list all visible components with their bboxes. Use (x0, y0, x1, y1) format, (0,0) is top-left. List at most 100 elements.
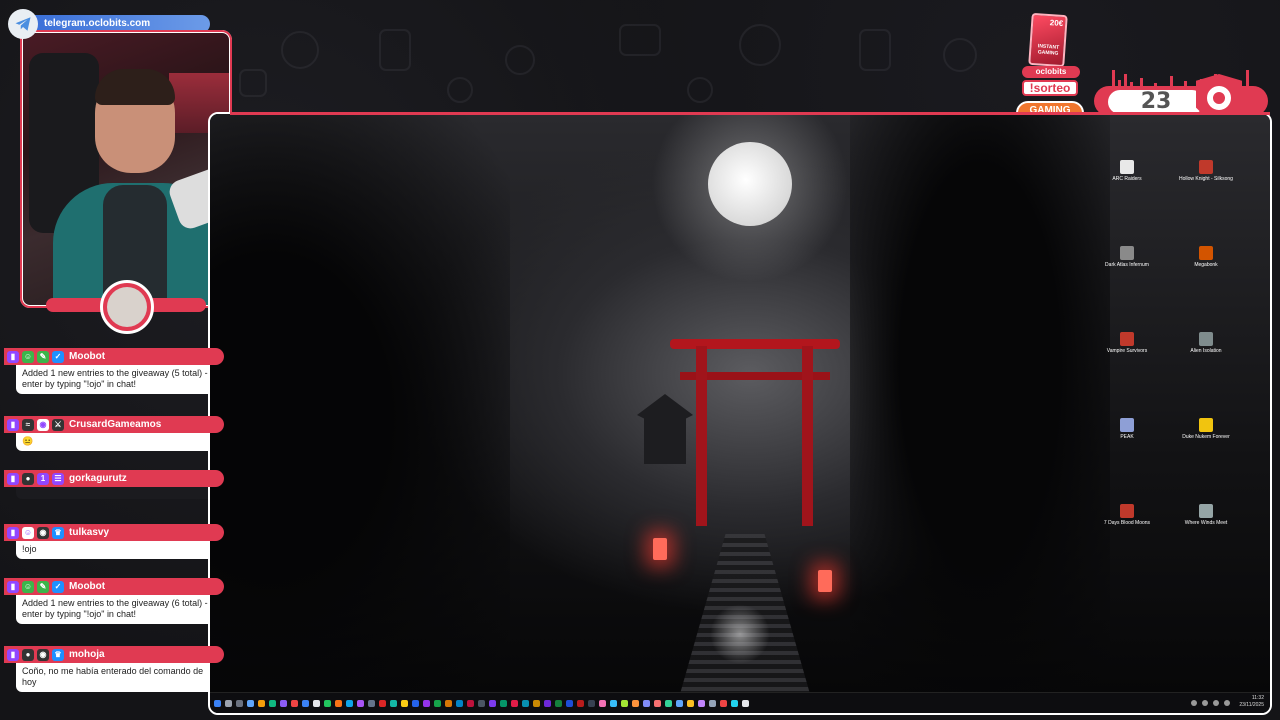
chat-username[interactable]: tulkasvy (69, 527, 109, 538)
desktop-icon-label: 7 Days Blood Moons (1103, 520, 1151, 526)
chat-text: Coño, no me había enterado del comando d… (16, 661, 221, 692)
folder-icon[interactable] (258, 699, 265, 707)
app-icon[interactable] (599, 699, 606, 707)
volume-icon[interactable] (1213, 700, 1219, 706)
app-icon[interactable] (291, 699, 298, 707)
desktop-icon[interactable]: Hollow Knight - Silksong (1176, 160, 1236, 182)
start-icon[interactable] (214, 699, 221, 707)
desktop-icon-label: ARC Raiders (1112, 176, 1142, 182)
taskview-icon[interactable] (236, 699, 243, 707)
app-icon[interactable] (533, 699, 540, 707)
app-icon (1120, 246, 1134, 260)
app-icon[interactable] (445, 699, 452, 707)
app-icon (1120, 504, 1134, 518)
clock-date: 23/11/2025 (1239, 702, 1264, 708)
app-icon[interactable] (577, 699, 584, 707)
app-icon[interactable] (665, 699, 672, 707)
app-icon[interactable] (731, 699, 738, 707)
app-icon[interactable] (456, 699, 463, 707)
bot-badge-icon: ☺ (22, 580, 34, 593)
badge-icon: ◉ (37, 526, 49, 539)
app-icon[interactable] (357, 699, 364, 707)
app-icon[interactable] (687, 699, 694, 707)
app-icon[interactable] (324, 699, 331, 707)
app-icon[interactable] (621, 699, 628, 707)
app-icon[interactable] (566, 699, 573, 707)
avatar-badge-icon: ● (22, 648, 34, 661)
app-icon[interactable] (489, 699, 496, 707)
desktop-icon-label: Hollow Knight - Silksong (1179, 176, 1233, 182)
app-icon[interactable] (698, 699, 705, 707)
desktop-icon[interactable]: Megabonk (1176, 246, 1236, 268)
desktop-icon[interactable]: Duke Nukem Forever (1176, 418, 1236, 440)
chevron-up-icon[interactable] (1191, 700, 1197, 706)
desktop-icon[interactable]: Vampire Survivors (1097, 332, 1157, 354)
app-icon[interactable] (313, 699, 320, 707)
desktop-icon-label: Duke Nukem Forever (1182, 434, 1230, 440)
clock[interactable]: 11:32 23/11/2025 (1239, 695, 1264, 709)
lantern (818, 570, 832, 592)
desktop-icon[interactable]: Alien Isolation (1176, 332, 1236, 354)
badge-icon: ☰ (52, 472, 64, 485)
chat-username[interactable]: gorkagurutz (69, 473, 127, 484)
app-icon[interactable] (346, 699, 353, 707)
moon (708, 142, 792, 226)
network-icon[interactable] (1202, 700, 1208, 706)
app-icon[interactable] (654, 699, 661, 707)
twitch-icon: ▮ (7, 418, 19, 431)
app-icon[interactable] (434, 699, 441, 707)
twitch-icon: ▮ (7, 526, 19, 539)
app-icon[interactable] (544, 699, 551, 707)
app-icon[interactable] (643, 699, 650, 707)
sorteo-command: !sorteo (1022, 80, 1078, 96)
app-icon[interactable] (401, 699, 408, 707)
chat-username[interactable]: mohoja (69, 649, 105, 660)
app-icon[interactable] (610, 699, 617, 707)
prize-amount: 20€ (1049, 18, 1064, 29)
desktop-icon-label: Vampire Survivors (1106, 348, 1148, 354)
app-icon[interactable] (302, 699, 309, 707)
app-icon[interactable] (676, 699, 683, 707)
desktop-icon[interactable]: PEAK (1097, 418, 1157, 440)
app-icon (1199, 246, 1213, 260)
app-icon[interactable] (632, 699, 639, 707)
desktop-icon-label: Alien Isolation (1190, 348, 1222, 354)
app-icon[interactable] (511, 699, 518, 707)
app-icon[interactable] (423, 699, 430, 707)
app-icon[interactable] (522, 699, 529, 707)
app-icon[interactable] (467, 699, 474, 707)
app-icon[interactable] (368, 699, 375, 707)
verified-badge-icon: ✓ (52, 350, 64, 363)
app-icon[interactable] (478, 699, 485, 707)
app-icon[interactable] (247, 699, 254, 707)
taskbar-apps (210, 699, 749, 707)
app-icon[interactable] (379, 699, 386, 707)
desktop-icon[interactable]: ARC Raiders (1097, 160, 1157, 182)
desktop-icon[interactable]: Where Winds Meet (1176, 504, 1236, 526)
desktop-icon[interactable]: 7 Days Blood Moons (1097, 504, 1157, 526)
prize-card: 20€ INSTANT GAMING (1028, 12, 1068, 68)
app-icon (1120, 332, 1134, 346)
chat-username[interactable]: CrusardGameamos (69, 419, 161, 430)
app-icon[interactable] (412, 699, 419, 707)
app-icon[interactable] (390, 699, 397, 707)
chat-message: ▮ ☺ ✎ ✓ Moobot Added 1 new entries to th… (4, 578, 224, 624)
badge-icon: ◉ (37, 418, 49, 431)
app-icon[interactable] (335, 699, 342, 707)
desktop-icon[interactable]: Dark Atlas Infernum (1097, 246, 1157, 268)
app-icon[interactable] (500, 699, 507, 707)
app-icon[interactable] (555, 699, 562, 707)
app-icon[interactable] (709, 699, 716, 707)
twitch-icon: ▮ (7, 648, 19, 661)
app-icon[interactable] (588, 699, 595, 707)
app-icon[interactable] (720, 699, 727, 707)
search-icon[interactable] (225, 699, 232, 707)
chat-username[interactable]: Moobot (69, 351, 105, 362)
battery-icon[interactable] (1224, 700, 1230, 706)
crown-badge-icon: ♛ (52, 648, 64, 661)
app-icon[interactable] (269, 699, 276, 707)
app-icon[interactable] (742, 699, 749, 707)
chat-username[interactable]: Moobot (69, 581, 105, 592)
chat-message: ▮ ☺ ◉ ♛ tulkasvy !ojo (4, 524, 224, 559)
app-icon[interactable] (280, 699, 287, 707)
